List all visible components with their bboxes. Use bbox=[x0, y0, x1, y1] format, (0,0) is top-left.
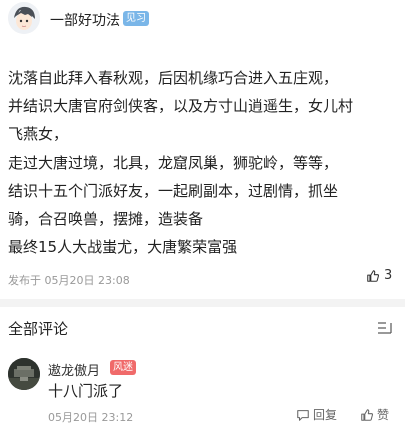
comment-item: 遨龙傲月 风迷 十八门派了 05月20日 23:12 回复 赞 bbox=[0, 352, 405, 433]
reply-button[interactable]: 回复 bbox=[296, 406, 337, 423]
comment-text: 十八门派了 bbox=[48, 382, 124, 400]
author-avatar[interactable] bbox=[8, 2, 40, 34]
user-tag-badge: 风迷 bbox=[110, 360, 136, 375]
section-divider bbox=[0, 299, 405, 307]
post-line: 并结识大唐官府剑侠客，以及方寸山逍遥生，女儿村 bbox=[8, 97, 354, 116]
post-header: 一部好功法 见习 bbox=[0, 0, 405, 42]
post-like-count: 3 bbox=[384, 268, 393, 283]
comment-timestamp: 05月20日 23:12 bbox=[48, 411, 134, 424]
comment-like-button[interactable]: 赞 bbox=[360, 406, 389, 423]
post-line: 骑，合召唤兽，摆摊，造装备 bbox=[8, 210, 204, 229]
post-like-button[interactable]: 3 bbox=[366, 268, 392, 283]
reply-icon bbox=[297, 409, 309, 421]
commenter-name[interactable]: 遨龙傲月 bbox=[48, 360, 100, 379]
thumbs-up-icon bbox=[361, 408, 374, 421]
reply-label: 回复 bbox=[313, 408, 338, 422]
commenter-avatar[interactable] bbox=[8, 358, 40, 390]
post-line: 沈落自此拜入春秋观，后因机缘巧合进入五庄观， bbox=[8, 69, 339, 87]
level-badge: 见习 bbox=[123, 11, 149, 26]
post-line: 最终15人大战蚩尤，大唐繁荣富强 bbox=[8, 238, 238, 257]
comments-title: 全部评论 bbox=[8, 320, 69, 338]
post-timestamp: 发布于 05月20日 23:08 bbox=[8, 274, 130, 287]
sort-button[interactable] bbox=[375, 320, 395, 336]
author-name[interactable]: 一部好功法 bbox=[50, 10, 120, 30]
like-label: 赞 bbox=[377, 408, 390, 422]
post-line: 飞燕女， bbox=[8, 125, 69, 144]
post-line: 走过大唐过境，北具，龙窟凤巢，狮驼岭，等等， bbox=[8, 153, 339, 172]
post-line: 结识十五个门派好友，一起刷副本，过剧情，抓坐 bbox=[8, 181, 339, 200]
sort-icon bbox=[378, 322, 392, 334]
post-content: 沈落自此拜入春秋观，后因机缘巧合进入五庄观， 并结识大唐官府剑侠客，以及方寸山逍… bbox=[8, 64, 400, 261]
thumbs-up-icon bbox=[367, 269, 380, 282]
